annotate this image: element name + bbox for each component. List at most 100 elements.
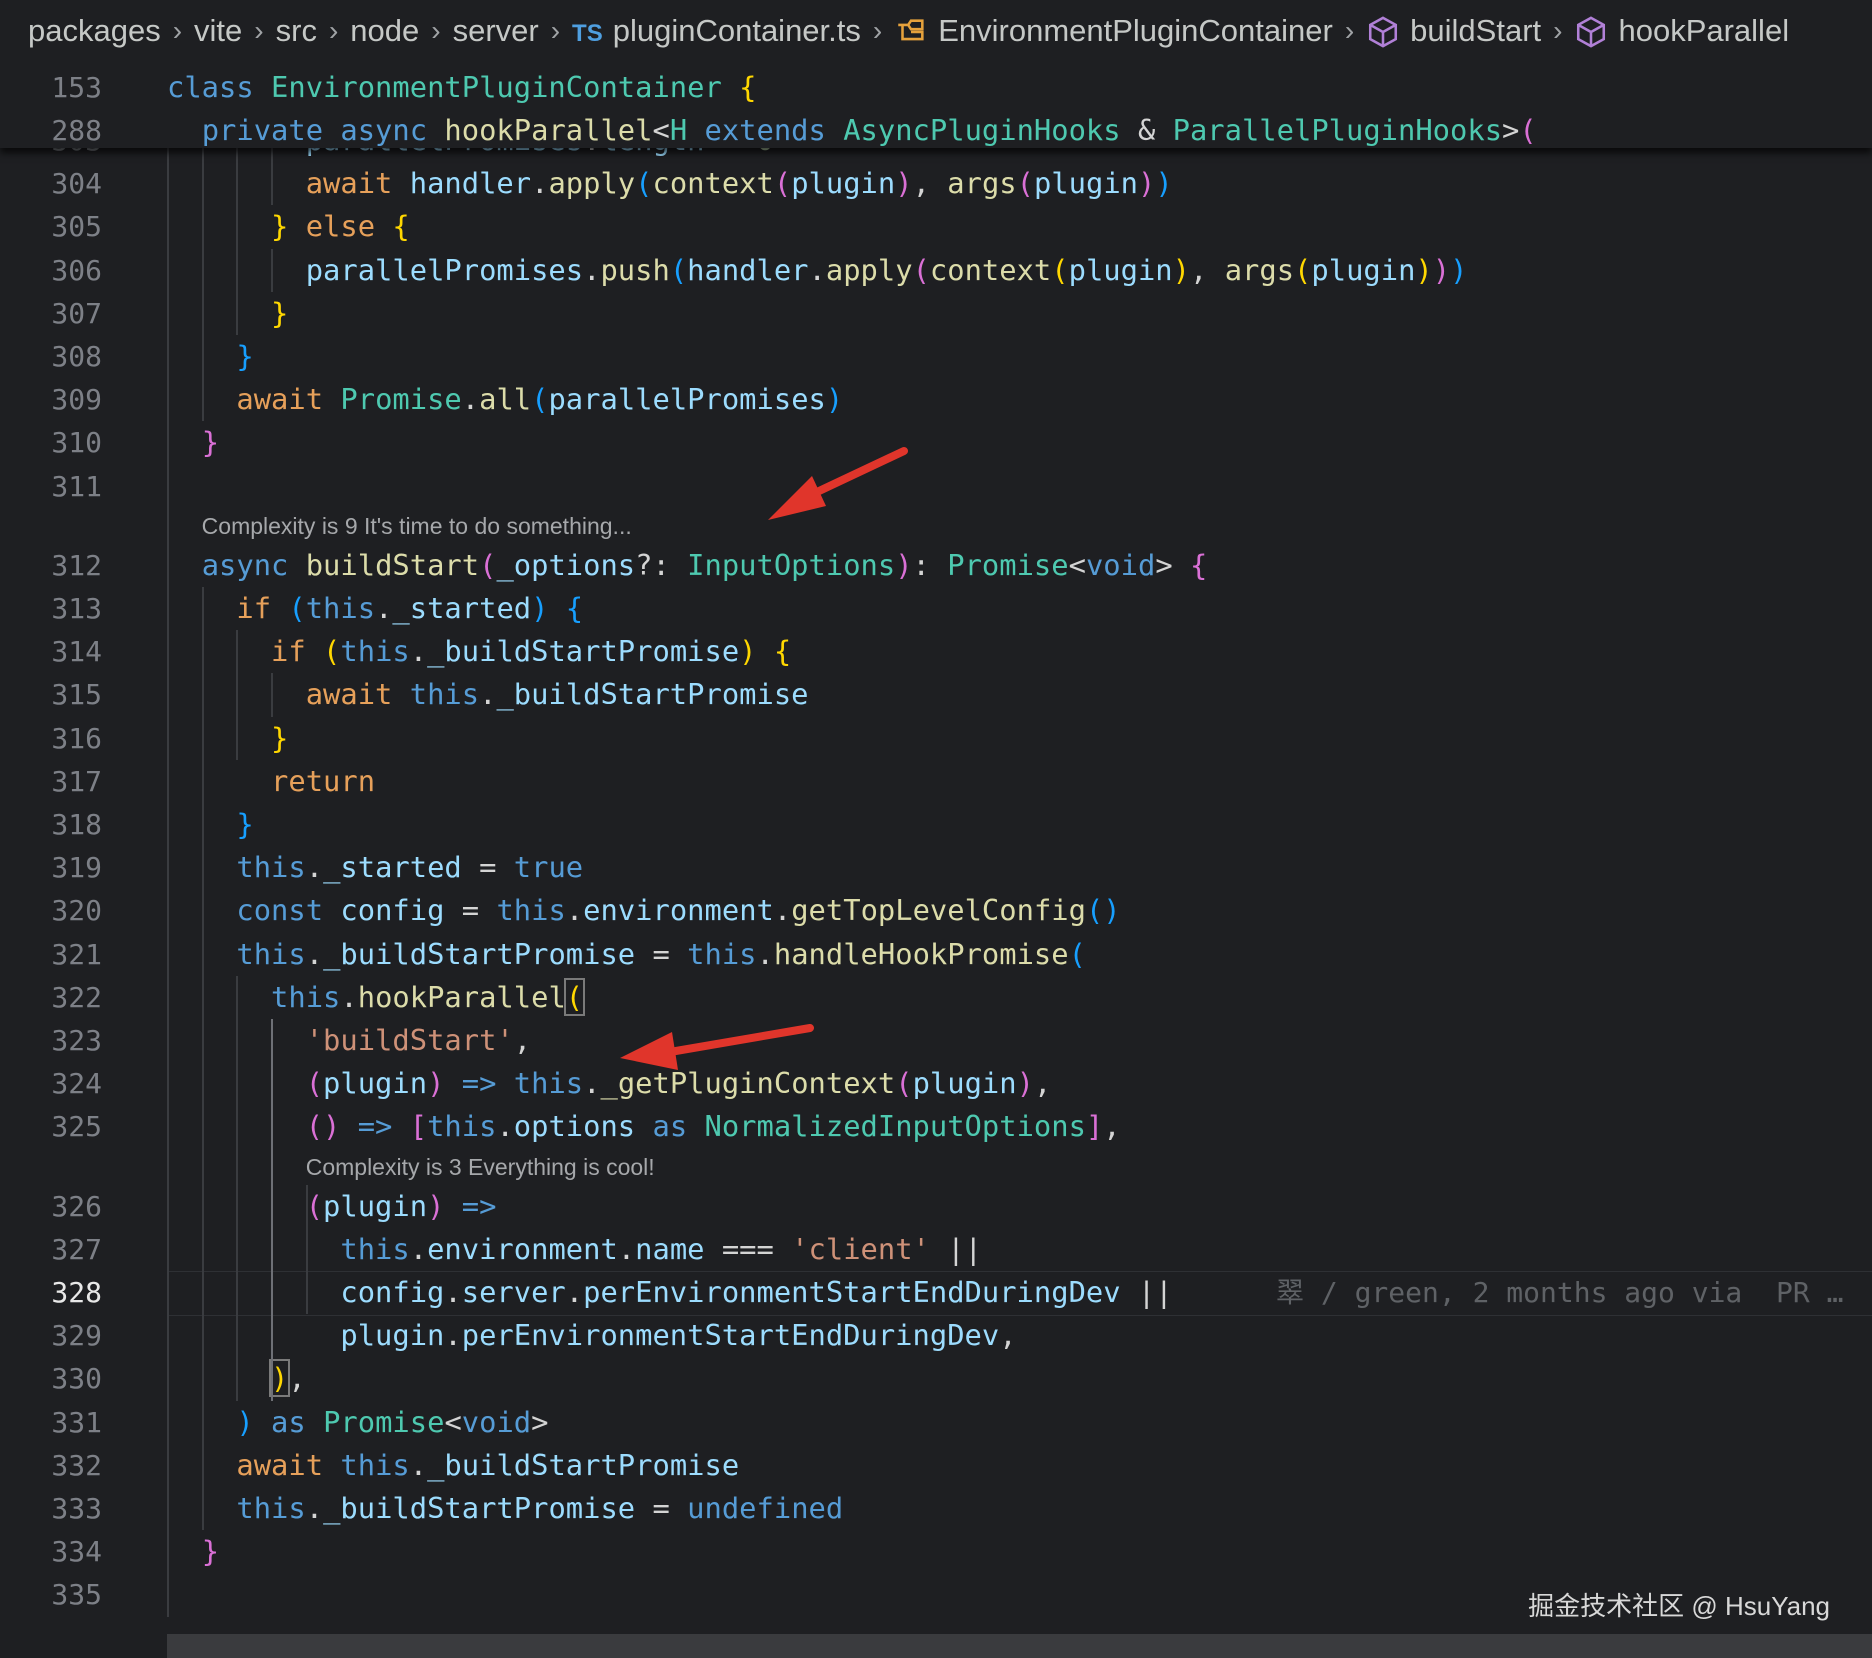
code-line[interactable]: 304 await handler.apply(context(plugin),… <box>0 162 1872 205</box>
code-text[interactable]: } <box>167 1530 219 1573</box>
code-line[interactable]: 328 config.server.perEnvironmentStartEnd… <box>0 1271 1872 1314</box>
breadcrumb-item[interactable]: vite <box>194 13 242 49</box>
line-number: 329 <box>51 1319 102 1353</box>
indent-guide <box>236 975 239 1401</box>
code-text[interactable]: } <box>167 421 219 464</box>
code-line[interactable]: 317 return <box>0 760 1872 803</box>
breadcrumb-item[interactable]: hookParallel <box>1574 13 1789 50</box>
code-line[interactable]: 312 async buildStart(_options?: InputOpt… <box>0 544 1872 587</box>
code-text[interactable]: await this._buildStartPromise <box>167 1444 739 1487</box>
line-number: 334 <box>51 1535 102 1569</box>
code-text[interactable]: this._started = true <box>167 846 583 889</box>
code-text[interactable]: private async hookParallel<H extends Asy… <box>167 109 1537 152</box>
typescript-file-icon: TS <box>572 20 603 47</box>
code-line[interactable]: 318 } <box>0 803 1872 846</box>
code-text[interactable]: 'buildStart', <box>167 1019 531 1062</box>
breadcrumb-separator: › <box>550 15 561 46</box>
code-text[interactable]: this.hookParallel( <box>167 976 586 1019</box>
code-line[interactable]: 332 await this._buildStartPromise <box>0 1444 1872 1487</box>
sticky-scroll-header: 153 class EnvironmentPluginContainer {288… <box>0 62 1872 148</box>
breadcrumb-item[interactable]: src <box>276 13 317 49</box>
breadcrumb-separator: › <box>328 15 339 46</box>
complexity-codelens[interactable]: Complexity is 3 Everything is cool! <box>306 1154 655 1181</box>
code-text[interactable]: this.environment.name === 'client' || <box>167 1228 982 1271</box>
code-line[interactable]: 313 if (this._started) { <box>0 587 1872 630</box>
code-line[interactable]: 153 class EnvironmentPluginContainer { <box>0 66 1872 109</box>
breadcrumb-item[interactable]: server <box>453 13 539 49</box>
code-line[interactable]: 314 if (this._buildStartPromise) { <box>0 630 1872 673</box>
code-text[interactable]: await handler.apply(context(plugin), arg… <box>167 162 1173 205</box>
code-editor[interactable]: 303 parallelPromises.length = 0304 await… <box>0 148 1872 1638</box>
code-line[interactable]: 305 } else { <box>0 205 1872 248</box>
line-number: 309 <box>51 383 102 417</box>
code-text[interactable]: this._buildStartPromise = this.handleHoo… <box>167 933 1086 976</box>
indent-guide <box>305 1184 308 1315</box>
complexity-codelens[interactable]: Complexity is 9 It's time to do somethin… <box>202 513 632 540</box>
breadcrumb-label: node <box>350 13 420 48</box>
code-text[interactable]: await Promise.all(parallelPromises) <box>167 378 843 421</box>
breadcrumb-separator: › <box>872 15 883 46</box>
code-text[interactable]: this._buildStartPromise = undefined <box>167 1487 843 1530</box>
code-text[interactable]: config.server.perEnvironmentStartEndDuri… <box>167 1271 1172 1314</box>
code-line[interactable]: 310 } <box>0 421 1872 464</box>
code-line[interactable]: 307 } <box>0 292 1872 335</box>
code-text[interactable]: () => [this.options as NormalizedInputOp… <box>167 1105 1121 1148</box>
code-line[interactable]: 316 } <box>0 717 1872 760</box>
breadcrumb-item[interactable]: buildStart <box>1366 13 1541 50</box>
code-line[interactable]: 319 this._started = true <box>0 846 1872 889</box>
code-text[interactable]: ) as Promise<void> <box>167 1401 548 1444</box>
line-number: 331 <box>51 1405 102 1439</box>
indent-guide <box>201 148 204 422</box>
code-line[interactable]: 309 await Promise.all(parallelPromises) <box>0 378 1872 421</box>
code-line[interactable]: 321 this._buildStartPromise = this.handl… <box>0 933 1872 976</box>
code-line[interactable]: 323 'buildStart', <box>0 1019 1872 1062</box>
indent-guide <box>236 630 239 760</box>
breadcrumb-separator: › <box>172 15 183 46</box>
indent-guide <box>167 148 169 1617</box>
horizontal-scrollbar[interactable] <box>167 1634 1872 1658</box>
code-text[interactable]: if (this._buildStartPromise) { <box>167 630 791 673</box>
code-text[interactable]: (plugin) => <box>167 1185 497 1228</box>
code-line[interactable]: 320 const config = this.environment.getT… <box>0 889 1872 932</box>
breadcrumb-item[interactable]: packages <box>28 13 161 49</box>
breadcrumb-label: packages <box>28 13 161 48</box>
breadcrumb-item[interactable]: TS pluginContainer.ts <box>572 13 861 49</box>
line-number: 313 <box>51 592 102 625</box>
code-line[interactable]: 322 this.hookParallel( <box>0 976 1872 1019</box>
code-text[interactable]: async buildStart(_options?: InputOptions… <box>167 544 1208 587</box>
line-number: 322 <box>51 980 102 1014</box>
code-line[interactable]: 333 this._buildStartPromise = undefined <box>0 1487 1872 1530</box>
code-line[interactable]: 329 plugin.perEnvironmentStartEndDuringD… <box>0 1314 1872 1357</box>
code-text[interactable]: const config = this.environment.getTopLe… <box>167 889 1120 932</box>
code-text[interactable]: parallelPromises.push(handler.apply(cont… <box>167 249 1468 292</box>
code-line[interactable]: 330 ), <box>0 1357 1872 1400</box>
code-text[interactable]: await this._buildStartPromise <box>167 673 809 716</box>
method-cube-icon <box>1369 16 1398 49</box>
code-line[interactable]: 327 this.environment.name === 'client' |… <box>0 1228 1872 1271</box>
code-line[interactable]: 326 (plugin) => <box>0 1185 1872 1228</box>
line-number: 307 <box>51 296 102 330</box>
code-text[interactable]: } <box>167 335 253 378</box>
code-line[interactable]: 334 } <box>0 1530 1872 1573</box>
code-text[interactable]: if (this._started) { <box>167 587 583 630</box>
code-line[interactable]: 325 () => [this.options as NormalizedInp… <box>0 1105 1872 1148</box>
code-text[interactable]: (plugin) => this._getPluginContext(plugi… <box>167 1062 1052 1105</box>
code-text[interactable]: return <box>167 760 375 803</box>
code-line[interactable]: 331 ) as Promise<void> <box>0 1401 1872 1444</box>
code-line[interactable]: 306 parallelPromises.push(handler.apply(… <box>0 249 1872 292</box>
git-blame-annotation[interactable]: 翠 / green, 2 months ago via PR … <box>1276 1271 1843 1314</box>
line-number: 318 <box>51 808 102 841</box>
breadcrumb-item[interactable]: EnvironmentPluginContainer <box>894 13 1333 50</box>
code-line[interactable]: 308 } <box>0 335 1872 378</box>
code-line[interactable]: 311 <box>0 465 1872 508</box>
breadcrumb-label: hookParallel <box>1618 12 1790 48</box>
code-line[interactable]: 288 private async hookParallel<H extends… <box>0 109 1872 152</box>
code-text[interactable]: class EnvironmentPluginContainer { <box>167 66 756 109</box>
code-text[interactable]: } <box>167 717 288 760</box>
code-text[interactable]: plugin.perEnvironmentStartEndDuringDev, <box>167 1314 1016 1357</box>
code-text[interactable]: } <box>167 803 253 846</box>
code-line[interactable]: 324 (plugin) => this._getPluginContext(p… <box>0 1062 1872 1105</box>
code-line[interactable]: 315 await this._buildStartPromise <box>0 673 1872 716</box>
breadcrumb-item[interactable]: node <box>350 13 419 49</box>
code-text[interactable]: } <box>167 292 288 335</box>
